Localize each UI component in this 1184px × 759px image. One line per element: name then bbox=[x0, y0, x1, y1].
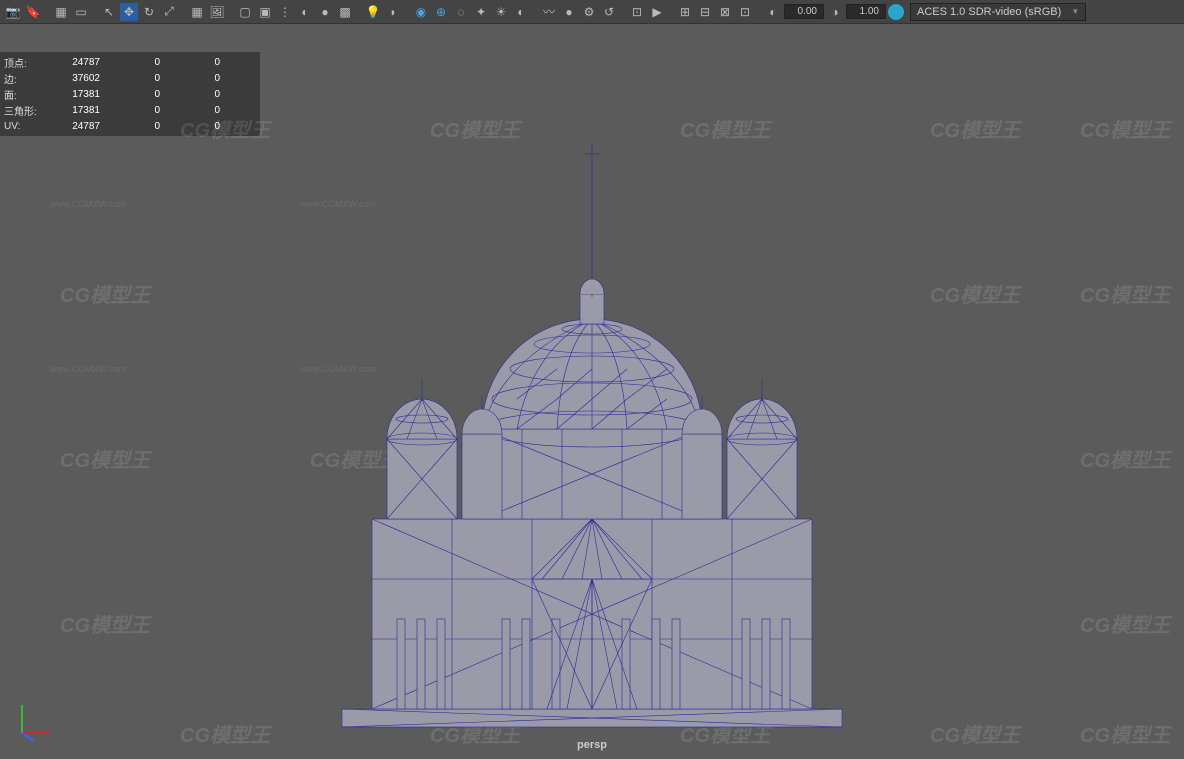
xray-icon[interactable]: ◌ bbox=[452, 3, 470, 21]
stats-value: 0 bbox=[110, 121, 170, 132]
film-icon[interactable]: ▦ bbox=[52, 3, 70, 21]
watermark: CG模型王 bbox=[60, 609, 150, 638]
model-wireframe bbox=[302, 79, 882, 729]
watermark: CG模型王 bbox=[1080, 279, 1170, 308]
stats-row: 边: 37602 0 0 bbox=[0, 70, 260, 86]
stats-value: 0 bbox=[110, 73, 170, 84]
stats-value: 0 bbox=[110, 89, 170, 100]
colorspace-dropdown[interactable]: ACES 1.0 SDR-video (sRGB) bbox=[910, 3, 1086, 21]
stats-row: 面: 17381 0 0 bbox=[0, 86, 260, 102]
watermark-url: www.CGMXW.com bbox=[50, 199, 126, 209]
watermark: CG模型王 bbox=[1080, 444, 1170, 473]
xray-joints-icon[interactable]: ✦ bbox=[472, 3, 490, 21]
watermark-url: www.CGMXW.com bbox=[50, 364, 126, 374]
watermark: CG模型王 bbox=[930, 719, 1020, 748]
stats-label-edges: 边: bbox=[0, 71, 50, 86]
motiontrail-icon[interactable]: 〰 bbox=[540, 3, 558, 21]
viewport[interactable]: 顶点: 24787 0 0 边: 37602 0 0 面: 17381 0 0 … bbox=[0, 24, 1184, 759]
watermark: CG模型王 bbox=[1080, 719, 1170, 748]
stats-row: UV: 24787 0 0 bbox=[0, 118, 260, 134]
shaded-icon[interactable]: ◐ bbox=[296, 3, 314, 21]
stats-row: 三角形: 17381 0 0 bbox=[0, 102, 260, 118]
textured-icon[interactable]: ▩ bbox=[336, 3, 354, 21]
stats-value: 0 bbox=[170, 89, 230, 100]
lights-icon[interactable]: 💡 bbox=[364, 3, 382, 21]
wireframe-icon[interactable]: ▣ bbox=[256, 3, 274, 21]
stats-value: 0 bbox=[170, 121, 230, 132]
image-plane-icon[interactable]: 🖼 bbox=[208, 3, 226, 21]
stats-value: 24787 bbox=[50, 57, 110, 68]
gamma-icon[interactable]: ◑ bbox=[826, 3, 844, 21]
snap4-icon[interactable]: ⊡ bbox=[736, 3, 754, 21]
rotate-tool-icon[interactable]: ↻ bbox=[140, 3, 158, 21]
stats-value: 0 bbox=[110, 105, 170, 116]
isolate-icon[interactable]: ◉ bbox=[412, 3, 430, 21]
points-icon[interactable]: ⋮ bbox=[276, 3, 294, 21]
gear-icon[interactable]: ⚙ bbox=[580, 3, 598, 21]
isolate-select-icon[interactable]: ⊡ bbox=[628, 3, 646, 21]
stats-label-uv: UV: bbox=[0, 121, 50, 132]
watermark: CG模型王 bbox=[180, 719, 270, 748]
bookmark-icon[interactable]: 🔖 bbox=[24, 3, 42, 21]
defaultlight-icon[interactable]: ● bbox=[560, 3, 578, 21]
stats-value: 17381 bbox=[50, 105, 110, 116]
move-tool-icon[interactable]: ✥ bbox=[120, 3, 138, 21]
exposure-icon[interactable]: ◐ bbox=[764, 3, 782, 21]
stats-row: 顶点: 24787 0 0 bbox=[0, 54, 260, 70]
camera-icon[interactable]: 📷 bbox=[4, 3, 22, 21]
snap2-icon[interactable]: ⊟ bbox=[696, 3, 714, 21]
ao-icon[interactable]: ◐ bbox=[512, 3, 530, 21]
view-axis-gizmo[interactable] bbox=[12, 693, 62, 743]
box-icon[interactable]: ▢ bbox=[236, 3, 254, 21]
snap1-icon[interactable]: ⊞ bbox=[676, 3, 694, 21]
stats-label-tris: 三角形: bbox=[0, 103, 50, 118]
select-icon[interactable]: ↖ bbox=[100, 3, 118, 21]
exposure-field[interactable]: 0.00 bbox=[784, 4, 824, 19]
stats-label-vertices: 顶点: bbox=[0, 55, 50, 70]
gate-icon[interactable]: ▭ bbox=[72, 3, 90, 21]
watermark: CG模型王 bbox=[60, 444, 150, 473]
stats-value: 37602 bbox=[50, 73, 110, 84]
stats-value: 0 bbox=[110, 57, 170, 68]
stats-value: 0 bbox=[170, 73, 230, 84]
stats-value: 0 bbox=[170, 105, 230, 116]
render-icon[interactable]: ▶ bbox=[648, 3, 666, 21]
reset-icon[interactable]: ↺ bbox=[600, 3, 618, 21]
grid-icon[interactable]: ▦ bbox=[188, 3, 206, 21]
stats-panel: 顶点: 24787 0 0 边: 37602 0 0 面: 17381 0 0 … bbox=[0, 52, 260, 136]
gamma-field[interactable]: 1.00 bbox=[846, 4, 886, 19]
stats-value: 24787 bbox=[50, 121, 110, 132]
wireframe-on-shaded-icon[interactable]: ⊕ bbox=[432, 3, 450, 21]
color-mgmt-toggle-icon[interactable] bbox=[888, 4, 904, 20]
watermark: CG模型王 bbox=[60, 279, 150, 308]
snap3-icon[interactable]: ⊠ bbox=[716, 3, 734, 21]
camera-label: persp bbox=[577, 739, 607, 751]
watermark: CG模型王 bbox=[1080, 609, 1170, 638]
scale-tool-icon[interactable]: ⤢ bbox=[160, 3, 178, 21]
ambient-icon[interactable]: ☀ bbox=[492, 3, 510, 21]
stats-value: 0 bbox=[170, 57, 230, 68]
shadows-icon[interactable]: ◗ bbox=[384, 3, 402, 21]
smooth-icon[interactable]: ● bbox=[316, 3, 334, 21]
stats-value: 17381 bbox=[50, 89, 110, 100]
stats-label-faces: 面: bbox=[0, 87, 50, 102]
toolbar: 📷 🔖 ▦ ▭ ↖ ✥ ↻ ⤢ ▦ 🖼 ▢ ▣ ⋮ ◐ ● ▩ 💡 ◗ ◉ ⊕ … bbox=[0, 0, 1184, 24]
watermark: CG模型王 bbox=[930, 114, 1020, 143]
watermark: CG模型王 bbox=[930, 279, 1020, 308]
watermark: CG模型王 bbox=[1080, 114, 1170, 143]
